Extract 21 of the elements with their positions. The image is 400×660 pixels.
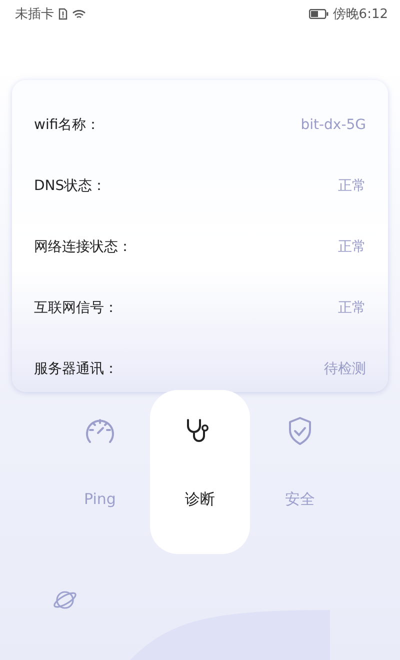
gauge-icon	[84, 416, 116, 446]
info-label: wifi名称：	[34, 116, 100, 134]
info-value: 正常	[338, 238, 366, 256]
info-value: bit-dx-5G	[300, 116, 366, 132]
info-label: 网络连接状态：	[34, 238, 132, 256]
info-value: 正常	[338, 176, 366, 194]
nav-tab[interactable]: 安全	[250, 390, 350, 554]
info-label: DNS状态：	[34, 176, 106, 194]
clock-text: 傍晚6:12	[332, 6, 388, 23]
nav-tab[interactable]: Ping	[50, 390, 150, 554]
nav-tab[interactable]: 诊断	[150, 390, 250, 554]
carrier-text: 未插卡	[15, 6, 54, 23]
info-label: 互联网信号：	[34, 298, 118, 316]
wifi-icon	[72, 8, 86, 20]
battery-icon	[308, 9, 329, 19]
sim-icon	[58, 8, 68, 20]
info-label: 服务器通讯：	[34, 360, 118, 378]
shield-icon	[287, 416, 313, 446]
info-value: 待检测	[324, 360, 366, 378]
info-value: 正常	[338, 298, 366, 316]
planet-icon[interactable]	[52, 588, 78, 612]
